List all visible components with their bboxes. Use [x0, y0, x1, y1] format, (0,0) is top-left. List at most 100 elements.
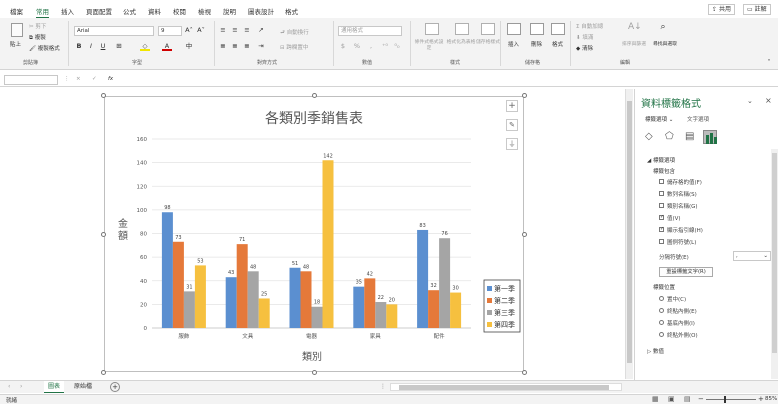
add-sheet-button[interactable]: +	[110, 382, 120, 392]
pane-scrollbar[interactable]	[771, 149, 778, 379]
number-format-field[interactable]: 通用格式	[338, 26, 402, 36]
radio-outside-end[interactable]	[659, 332, 664, 337]
underline-button[interactable]: U	[98, 42, 108, 51]
size-properties-icon[interactable]: ▤	[685, 131, 694, 142]
horizontal-scroll-thumb[interactable]	[399, 385, 609, 390]
resize-handle[interactable]	[522, 232, 527, 237]
delete-cells-icon[interactable]	[530, 23, 544, 35]
pane-menu-icon[interactable]: ⌄	[747, 97, 753, 105]
orientation-icon[interactable]: ↗	[256, 26, 266, 35]
border-icon[interactable]: ⊞	[114, 42, 124, 51]
comma-icon[interactable]: ,	[366, 42, 376, 51]
scroll-thumb[interactable]	[627, 101, 632, 363]
label-options-icon[interactable]	[703, 130, 717, 144]
phonetic-icon[interactable]: 中	[184, 42, 194, 51]
zoom-slider-thumb[interactable]	[724, 396, 726, 403]
sheet-tab-chart[interactable]: 圖表	[44, 381, 65, 393]
format-cells-icon[interactable]	[551, 23, 565, 35]
autosum-button[interactable]: Σ 自動加總	[576, 22, 603, 30]
cut-button[interactable]: ✂ 剪下	[29, 22, 46, 30]
shrink-font-button[interactable]: A˅	[196, 26, 206, 35]
next-sheet-icon[interactable]: ›	[20, 383, 22, 390]
sheet-tab-source[interactable]: 原始檔	[70, 381, 96, 393]
fill-button[interactable]: ⬇ 填滿	[576, 33, 593, 41]
tab-text-options[interactable]: 文字選項	[687, 115, 709, 123]
cell-styles-icon[interactable]	[481, 23, 495, 35]
menu-tab-file[interactable]: 檔案	[10, 6, 23, 16]
font-name-field[interactable]: Arial	[74, 26, 154, 36]
paste-icon[interactable]	[11, 23, 23, 37]
format-button[interactable]: 格式	[552, 40, 563, 48]
section-number[interactable]: ▷ 數值	[647, 347, 664, 355]
align-middle-icon[interactable]: ≡	[230, 26, 240, 35]
font-size-field[interactable]: 9	[158, 26, 182, 36]
format-table-icon[interactable]	[455, 23, 469, 35]
decrease-decimal-icon[interactable]: ⁰₀	[392, 42, 402, 51]
paste-button[interactable]: 貼上	[10, 40, 21, 48]
menu-tab-insert[interactable]: 插入	[61, 6, 74, 16]
checkbox-cell-value[interactable]	[659, 179, 664, 184]
menu-tab-data[interactable]: 資料	[148, 6, 161, 16]
menu-tab-review[interactable]: 校閱	[173, 6, 186, 16]
chart-area[interactable]: 各類別季銷售表 0 20 40 60 80 100 120 140 160 金額類別 服飾 98 73 31…	[104, 96, 524, 372]
radio-center[interactable]	[659, 296, 664, 301]
indent-icon[interactable]: ⇥	[256, 42, 266, 51]
menu-tab-help[interactable]: 說明	[223, 6, 236, 16]
insert-button[interactable]: 插入	[508, 40, 519, 48]
align-left-icon[interactable]: ≣	[218, 42, 228, 51]
reset-label-text-button[interactable]: 重設標籤文字(R)	[659, 267, 713, 277]
italic-button[interactable]: I	[86, 42, 96, 51]
page-layout-view-icon[interactable]: ▣	[668, 395, 675, 403]
fx-icon[interactable]: fx	[108, 76, 113, 82]
percent-icon[interactable]: %	[352, 42, 362, 51]
checkbox-legend-key[interactable]	[659, 239, 664, 244]
chart-filters-button[interactable]: ⏚	[506, 138, 518, 150]
copy-button[interactable]: ⧉ 複製	[29, 33, 46, 42]
resize-handle[interactable]	[522, 370, 527, 375]
align-top-icon[interactable]: ≡	[218, 26, 228, 35]
menu-tab-home[interactable]: 常用	[36, 6, 49, 18]
resize-handle[interactable]	[101, 232, 106, 237]
formula-input[interactable]	[124, 75, 772, 85]
grow-font-button[interactable]: A˄	[184, 26, 194, 35]
radio-inside-end[interactable]	[659, 308, 664, 313]
delete-button[interactable]: 刪除	[531, 40, 542, 48]
resize-handle[interactable]	[101, 370, 106, 375]
align-center-icon[interactable]: ≣	[230, 42, 240, 51]
checkbox-category-name[interactable]	[659, 203, 664, 208]
resize-handle[interactable]	[522, 93, 527, 98]
fill-color-icon[interactable]: ◇	[140, 42, 150, 51]
font-color-icon[interactable]: A	[162, 42, 172, 51]
name-box[interactable]	[4, 75, 58, 85]
menu-tab-view[interactable]: 檢視	[198, 6, 211, 16]
enter-icon[interactable]: ✓	[92, 76, 97, 82]
chart-elements-button[interactable]: +	[506, 100, 518, 112]
zoom-out-icon[interactable]: −	[698, 395, 704, 403]
conditional-format-button[interactable]: 條件式格式設定	[414, 40, 444, 52]
resize-handle[interactable]	[312, 93, 317, 98]
menu-tab-formulas[interactable]: 公式	[123, 6, 136, 16]
format-painter-button[interactable]: 🖌 複製格式	[29, 44, 60, 52]
zoom-level[interactable]: 85%	[765, 396, 777, 402]
bold-button[interactable]: B	[74, 42, 84, 51]
pane-scroll-thumb[interactable]	[772, 153, 777, 353]
find-select-icon[interactable]: ⌕	[658, 23, 668, 32]
tab-label-options[interactable]: 標籤選項 ⌄	[645, 115, 673, 123]
format-as-table-button[interactable]: 格式化為表格	[446, 40, 476, 46]
comments-button[interactable]: ▭ 註解	[743, 4, 771, 15]
merge-center-button[interactable]: ⊟ 跨欄置中	[280, 43, 308, 51]
clear-button[interactable]: ◆ 清除	[576, 44, 593, 52]
sort-filter-icon[interactable]: A↓	[628, 23, 642, 32]
conditional-format-icon[interactable]	[425, 23, 439, 35]
effects-icon[interactable]: ⬠	[665, 131, 674, 142]
close-icon[interactable]: ×	[765, 96, 772, 105]
radio-inside-base[interactable]	[659, 320, 664, 325]
cell-styles-button[interactable]: 儲存格樣式	[474, 40, 502, 46]
chart-styles-button[interactable]: ✎	[506, 119, 518, 131]
insert-cells-icon[interactable]	[507, 23, 521, 35]
share-button[interactable]: ⇪ 共用	[708, 4, 735, 15]
wrap-text-button[interactable]: ⮐ 自動換行	[280, 28, 309, 38]
increase-decimal-icon[interactable]: ⁺⁰	[380, 42, 390, 51]
vertical-scrollbar[interactable]	[625, 89, 633, 379]
prev-sheet-icon[interactable]: ‹	[8, 383, 10, 390]
